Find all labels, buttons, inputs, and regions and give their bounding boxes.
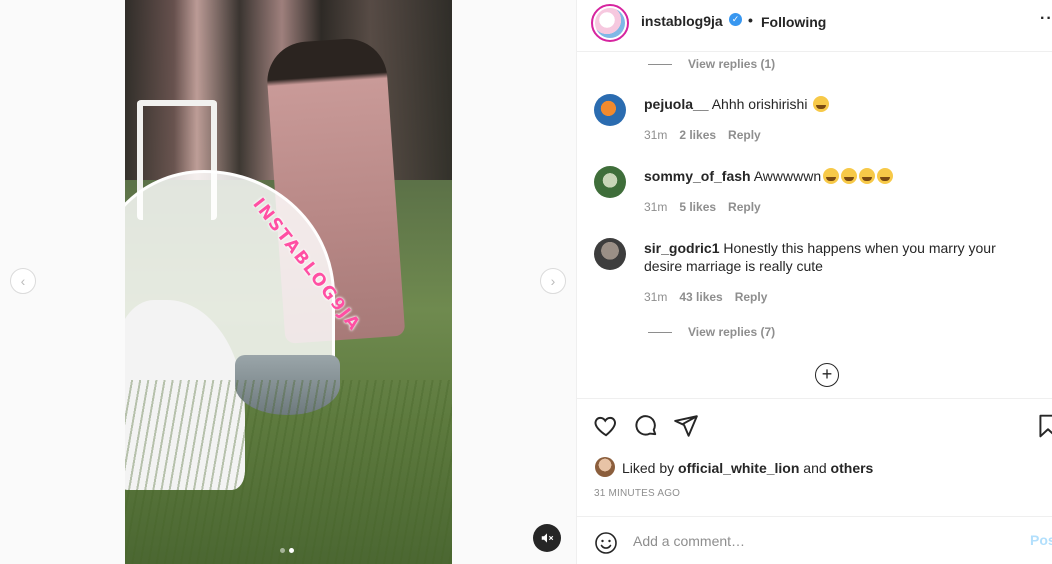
- view-replies-label: View replies (1): [688, 57, 776, 71]
- next-slide-button[interactable]: ›: [540, 268, 566, 294]
- laughing-emoji-icon: [859, 168, 876, 184]
- chevron-left-icon: ‹: [20, 273, 26, 289]
- likes-summary: Liked by official_white_lion and others: [622, 460, 873, 476]
- share-icon[interactable]: [673, 413, 699, 439]
- mute-button[interactable]: [533, 524, 561, 552]
- more-options-icon[interactable]: ··: [1040, 10, 1052, 28]
- comment-likes[interactable]: 2 likes: [679, 128, 716, 142]
- commenter-username[interactable]: pejuola__: [644, 96, 709, 112]
- media-pane: INSTABLOG9JA ‹ ›: [0, 0, 576, 564]
- post-sidebar: instablog9ja ✓ • Following ·· View repli…: [576, 0, 1052, 564]
- likes-prefix: Liked by: [622, 460, 675, 476]
- commenter-username[interactable]: sommy_of_fash: [644, 168, 751, 184]
- replies-divider: [648, 331, 672, 333]
- laughing-emoji-icon: [823, 168, 840, 184]
- comment-time[interactable]: 31m: [644, 200, 667, 214]
- add-comment-bar: Pos: [577, 516, 1052, 564]
- emoji-icon[interactable]: [594, 531, 618, 555]
- comment-meta: 31m 2 likes Reply: [644, 128, 761, 142]
- post-video[interactable]: INSTABLOG9JA: [125, 0, 452, 564]
- following-button[interactable]: Following: [761, 14, 826, 30]
- post-actions: Liked by official_white_lion and others …: [577, 398, 1052, 516]
- liker-avatar[interactable]: [595, 457, 615, 477]
- heart-icon[interactable]: [593, 413, 619, 439]
- previous-slide-button[interactable]: ‹: [10, 268, 36, 294]
- header-separator: •: [748, 12, 753, 28]
- laughing-emoji-icon: [841, 168, 858, 184]
- comment-body: pejuola__ Ahhh orishirishi: [644, 95, 1024, 113]
- author-username[interactable]: instablog9ja: [641, 13, 723, 29]
- comment-time[interactable]: 31m: [644, 128, 667, 142]
- liker-username[interactable]: official_white_lion: [678, 460, 799, 476]
- reply-button[interactable]: Reply: [728, 128, 761, 142]
- comment-icon[interactable]: [633, 413, 659, 439]
- author-avatar[interactable]: [591, 4, 629, 42]
- comment-text: Awwwwwn: [753, 168, 822, 184]
- slide-indicator: [280, 548, 294, 553]
- commenter-avatar[interactable]: [594, 166, 626, 198]
- view-replies-button[interactable]: View replies (1): [648, 57, 775, 71]
- comment-input[interactable]: [633, 530, 1013, 552]
- comments-list: View replies (1) pejuola__ Ahhh orishiri…: [577, 52, 1052, 398]
- verified-icon: ✓: [729, 13, 742, 26]
- comment-meta: 31m 43 likes Reply: [644, 290, 767, 304]
- likes-conjunction: and: [803, 460, 827, 476]
- post-comment-button[interactable]: Pos: [1030, 532, 1052, 548]
- add-circle-icon[interactable]: +: [815, 363, 839, 387]
- laughing-emoji-icon: [813, 96, 830, 112]
- replies-divider: [648, 63, 672, 65]
- comment-likes[interactable]: 5 likes: [679, 200, 716, 214]
- view-replies-button[interactable]: View replies (7): [648, 325, 775, 339]
- reply-button[interactable]: Reply: [728, 200, 761, 214]
- comment-time[interactable]: 31m: [644, 290, 667, 304]
- commenter-username[interactable]: sir_godric1: [644, 240, 719, 256]
- laughing-emoji-icon: [877, 168, 894, 184]
- commenter-avatar[interactable]: [594, 238, 626, 270]
- view-replies-label: View replies (7): [688, 325, 776, 339]
- comment-text: Ahhh orishirishi: [711, 96, 808, 112]
- commenter-avatar[interactable]: [594, 94, 626, 126]
- post-header: instablog9ja ✓ • Following ··: [577, 0, 1052, 52]
- bookmark-icon[interactable]: [1035, 413, 1052, 439]
- comment-body: sir_godric1 Honestly this happens when y…: [644, 239, 1024, 275]
- chevron-right-icon: ›: [550, 273, 556, 289]
- comment-body: sommy_of_fash Awwwwwn: [644, 167, 1024, 185]
- mute-icon: [541, 533, 554, 543]
- slide-dot: [280, 548, 285, 553]
- slide-dot-active: [289, 548, 294, 553]
- likes-others-link[interactable]: others: [831, 460, 874, 476]
- comment-meta: 31m 5 likes Reply: [644, 200, 761, 214]
- reply-button[interactable]: Reply: [735, 290, 768, 304]
- post-timestamp[interactable]: 31 MINUTES AGO: [594, 488, 680, 499]
- video-scene-grass: [125, 380, 452, 564]
- comment-likes[interactable]: 43 likes: [679, 290, 722, 304]
